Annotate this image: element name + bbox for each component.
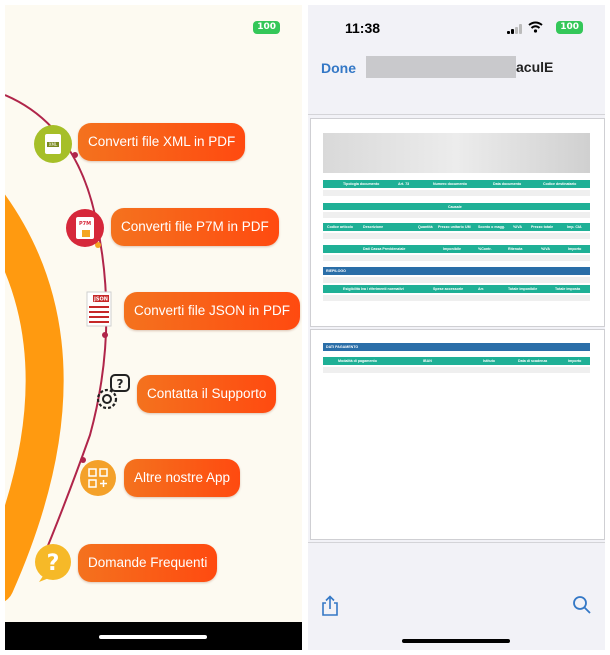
table-header-cell: Data documento	[493, 182, 522, 186]
table-header-cell: Imp. CIA	[567, 225, 582, 229]
table-header-cell: Istituto	[483, 359, 495, 363]
app-screen-left: 11:38 100 XML Converti file XML in PDF P…	[5, 5, 302, 650]
divider	[308, 542, 605, 543]
cellular-signal-icon	[507, 24, 523, 34]
support-gear-icon[interactable]: ?	[91, 373, 133, 420]
table-header-cell: Descrizione	[363, 225, 384, 229]
p7m-icon-text: P7M	[79, 221, 91, 227]
home-indicator[interactable]	[99, 635, 207, 639]
wifi-icon	[528, 21, 543, 33]
table-header-cell: %IVA	[541, 247, 550, 251]
table-header-cell: Totale imposta	[555, 287, 581, 291]
table-header-cell: Codice destinatario	[543, 182, 577, 186]
svg-text:?: ?	[47, 551, 60, 576]
table-header-cell: Tipologia documento	[343, 182, 380, 186]
convert-json-button[interactable]: Converti file JSON in PDF	[124, 292, 301, 330]
faq-button[interactable]: Domande Frequenti	[78, 544, 218, 582]
table-header: Tipologia documento Art. 73 Numero docum…	[323, 180, 590, 188]
section-header: RIEPILOGO	[323, 267, 590, 275]
table-row	[323, 277, 590, 283]
table-header: Modalità di pagamento IBAN Istituto Data…	[323, 357, 590, 365]
svg-text:?: ?	[117, 377, 124, 391]
table-header: Dati Cassa Previdenziale Imponibile %Con…	[323, 245, 590, 253]
status-time: 11:38	[345, 20, 381, 36]
table-header-cell: Prezzo totale	[531, 225, 554, 229]
pdf-preview-screen: 11:38 100 Done aculE Tipologia documento…	[308, 5, 605, 650]
json-icon-text: JSON	[93, 297, 108, 303]
share-icon[interactable]	[321, 595, 339, 617]
table-header-cell: Dati Cassa Previdenziale	[363, 247, 406, 251]
status-icons: 100	[503, 21, 583, 34]
apps-grid-icon[interactable]	[79, 459, 117, 502]
table-row	[323, 212, 590, 218]
section-label: RIEPILOGO	[326, 269, 346, 273]
table-header-cell: Esigibilità Iva / riferimenti normativi	[343, 287, 404, 291]
redacted-title	[366, 56, 516, 78]
convert-xml-button[interactable]: Converti file XML in PDF	[78, 123, 246, 161]
table-row	[323, 367, 590, 373]
convert-p7m-button[interactable]: Converti file P7M in PDF	[111, 208, 279, 246]
document-page-2[interactable]: DATI PAGAMENTO Modalità di pagamento IBA…	[310, 329, 605, 540]
table-header: Codice articolo Descrizione Quantità Pre…	[323, 223, 590, 231]
contact-support-button[interactable]: Contatta il Supporto	[137, 375, 277, 413]
other-apps-button[interactable]: Altre nostre App	[124, 459, 241, 497]
xml-icon-text: XML	[49, 142, 58, 147]
table-row	[323, 255, 590, 261]
table-header: Esigibilità Iva / riferimenti normativi …	[323, 285, 590, 293]
home-indicator[interactable]	[402, 639, 510, 643]
section-label: DATI PAGAMENTO	[326, 345, 359, 349]
table-header-cell: Art. 73	[398, 182, 410, 186]
table-header-cell: Arr.	[478, 287, 485, 291]
table-row	[323, 233, 590, 239]
document-title: aculE	[516, 59, 554, 75]
table-row	[323, 190, 590, 196]
battery-badge: 100	[556, 21, 583, 34]
home-bar	[5, 622, 302, 650]
table-header-cell: Importo	[568, 359, 582, 363]
table-header-cell: UM	[465, 225, 471, 229]
redacted-header	[323, 133, 590, 173]
table-header-cell: IBAN	[423, 359, 432, 363]
table-header-cell: Spese accessorie	[433, 287, 464, 291]
table-header-cell: Importo	[568, 247, 582, 251]
table-header-cell: Numero documento	[433, 182, 467, 186]
divider	[308, 114, 605, 115]
table-row	[323, 295, 590, 301]
table-header-cell: Totale imponibile	[508, 287, 538, 291]
table-header-cell: Imponibile	[443, 247, 461, 251]
table-header-cell: %IVA	[513, 225, 522, 229]
faq-question-icon[interactable]: ?	[33, 542, 75, 589]
table-header-cell: %Contr.	[478, 247, 492, 251]
p7m-file-icon[interactable]: P7M	[65, 208, 105, 253]
orange-arc	[5, 194, 64, 602]
table-header-cell: Modalità di pagamento	[338, 359, 377, 363]
section-header: DATI PAGAMENTO	[323, 343, 590, 351]
section-label: Causale	[448, 205, 462, 209]
table-header-cell: Data di scadenza	[518, 359, 548, 363]
document-page-1[interactable]: Tipologia documento Art. 73 Numero docum…	[310, 118, 605, 327]
done-button[interactable]: Done	[321, 60, 356, 76]
section-header: Causale	[323, 203, 590, 210]
table-header-cell: Prezzo unitario	[438, 225, 464, 229]
table-header-cell: Quantità	[418, 225, 433, 229]
search-icon[interactable]	[572, 595, 592, 615]
json-file-icon[interactable]: JSON	[83, 290, 115, 333]
table-header-cell: Ritenuta	[508, 247, 523, 251]
table-header-cell: Codice articolo	[327, 225, 353, 229]
xml-file-icon[interactable]: XML	[33, 124, 73, 169]
table-header-cell: Sconto o magg.	[478, 225, 505, 229]
